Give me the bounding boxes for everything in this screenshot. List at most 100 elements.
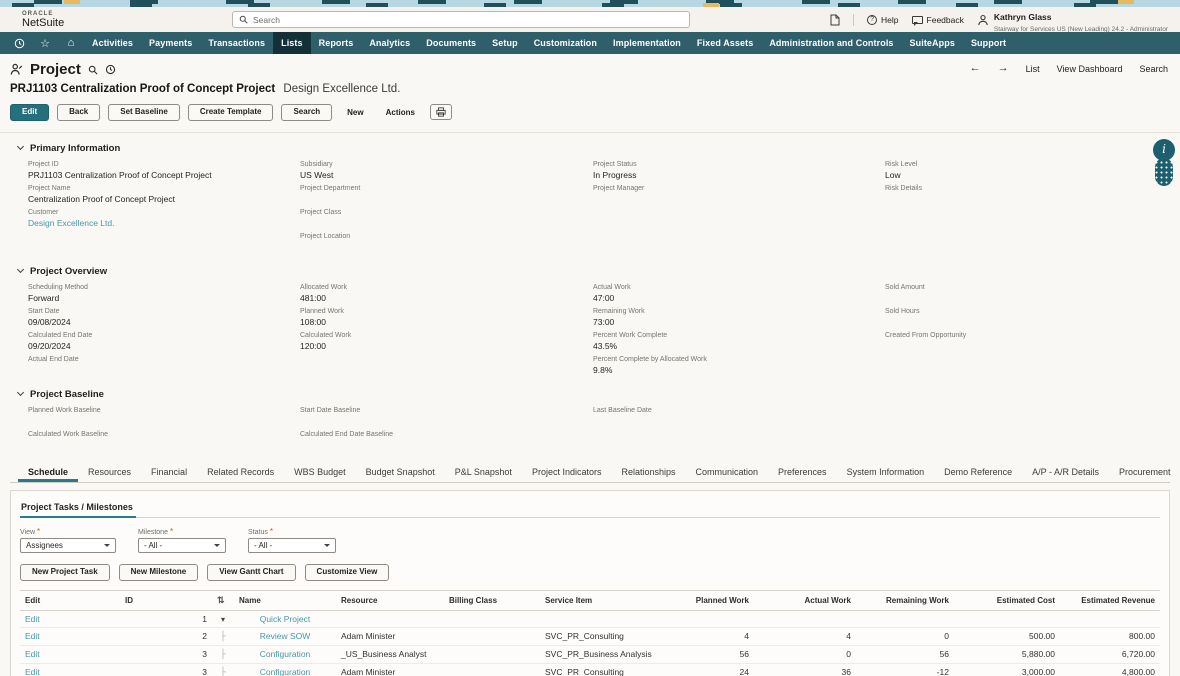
tab-schedule[interactable]: Schedule xyxy=(18,464,78,482)
task-name-link[interactable]: Configuration xyxy=(260,667,311,676)
expander-caret-icon[interactable]: ▾ xyxy=(221,615,225,624)
tab-related-records[interactable]: Related Records xyxy=(197,464,284,482)
create-note-button[interactable] xyxy=(830,14,840,26)
tab-financial[interactable]: Financial xyxy=(141,464,197,482)
field-label: Last Baseline Date xyxy=(593,406,885,415)
forward-arrow-icon[interactable]: → xyxy=(998,63,1009,74)
nav-item-setup[interactable]: Setup xyxy=(484,32,526,54)
filter-milestone: Milestone - All - xyxy=(138,527,226,553)
tab-resources[interactable]: Resources xyxy=(78,464,141,482)
recent-records-icon[interactable] xyxy=(6,32,32,54)
tab-relationships[interactable]: Relationships xyxy=(611,464,685,482)
nav-item-documents[interactable]: Documents xyxy=(418,32,484,54)
new-milestone-button[interactable]: New Milestone xyxy=(119,564,199,581)
nav-item-reports[interactable]: Reports xyxy=(311,32,362,54)
edit-button[interactable]: Edit xyxy=(10,104,49,121)
help-button[interactable]: ? Help xyxy=(867,15,898,25)
tab-system-information[interactable]: System Information xyxy=(837,464,935,482)
field-risk-level: Risk Level Low xyxy=(885,160,1170,180)
col-planned-work: Planned Work xyxy=(658,590,754,610)
edit-link[interactable]: Edit xyxy=(25,631,40,641)
subtab-project-tasks-milestones[interactable]: Project Tasks / Milestones xyxy=(20,500,136,518)
task-remaining-work: 0 xyxy=(856,627,954,645)
field-label: Calculated Work xyxy=(300,331,593,340)
status-select[interactable]: - All - xyxy=(248,538,336,553)
project-baseline-header[interactable]: Project Baseline xyxy=(10,388,1170,401)
new-menu[interactable]: New xyxy=(340,108,370,117)
field-label: Calculated End Date Baseline xyxy=(300,430,593,439)
nav-item-suiteapps[interactable]: SuiteApps xyxy=(902,32,963,54)
new-project-task-button[interactable]: New Project Task xyxy=(20,564,110,581)
print-button[interactable] xyxy=(430,104,452,120)
list-link[interactable]: List xyxy=(1026,64,1040,74)
field-label: Planned Work Baseline xyxy=(28,406,300,415)
edit-link[interactable]: Edit xyxy=(25,667,40,676)
tab-wbs-budget[interactable]: WBS Budget xyxy=(284,464,356,482)
primary-information-header[interactable]: Primary Information xyxy=(10,142,1170,155)
task-remaining-work: 56 xyxy=(856,645,954,663)
customize-view-button[interactable]: Customize View xyxy=(305,564,390,581)
user-icon xyxy=(977,14,989,26)
tab-preferences[interactable]: Preferences xyxy=(768,464,837,482)
tab-procurement[interactable]: Procurement xyxy=(1109,464,1180,482)
record-search-icon[interactable] xyxy=(88,65,98,75)
nav-item-activities[interactable]: Activities xyxy=(84,32,141,54)
task-name-link[interactable]: Review SOW xyxy=(260,631,311,641)
search-button[interactable]: Search xyxy=(281,104,332,121)
project-overview-header[interactable]: Project Overview xyxy=(10,265,1170,278)
field-value xyxy=(593,194,885,204)
nav-item-administration-and-controls[interactable]: Administration and Controls xyxy=(761,32,901,54)
sort-icon[interactable]: ⇅ xyxy=(217,595,225,605)
subtab-bar: Project Tasks / Milestones xyxy=(20,497,1160,518)
guided-learning-widget[interactable]: i xyxy=(1153,139,1175,186)
milestone-select[interactable]: - All - xyxy=(138,538,226,553)
tab-demo-reference[interactable]: Demo Reference xyxy=(934,464,1022,482)
edit-link[interactable]: Edit xyxy=(25,649,40,659)
field-label: Risk Level xyxy=(885,160,1170,169)
customer-link[interactable]: Design Excellence Ltd. xyxy=(28,218,300,228)
nav-item-implementation[interactable]: Implementation xyxy=(605,32,689,54)
nav-item-analytics[interactable]: Analytics xyxy=(361,32,418,54)
field-label: Sold Hours xyxy=(885,307,1170,316)
set-baseline-button[interactable]: Set Baseline xyxy=(108,104,180,121)
tab-project-indicators[interactable]: Project Indicators xyxy=(522,464,612,482)
task-actual-work: 0 xyxy=(754,645,856,663)
shortcuts-star-icon[interactable]: ☆ xyxy=(32,32,58,54)
view-select[interactable]: Assignees xyxy=(20,538,116,553)
tab-budget-snapshot[interactable]: Budget Snapshot xyxy=(356,464,445,482)
global-search[interactable] xyxy=(232,11,690,28)
actions-menu[interactable]: Actions xyxy=(379,108,422,117)
field-value xyxy=(300,194,593,204)
nav-item-fixed-assets[interactable]: Fixed Assets xyxy=(689,32,761,54)
feedback-button[interactable]: Feedback xyxy=(912,15,964,25)
nav-item-transactions[interactable]: Transactions xyxy=(200,32,273,54)
table-row: Edit 2 ├ Review SOW Adam Minister SVC_PR… xyxy=(20,627,1160,645)
nav-item-support[interactable]: Support xyxy=(963,32,1014,54)
record-refresh-icon[interactable] xyxy=(105,64,116,75)
nav-item-lists[interactable]: Lists xyxy=(273,32,311,54)
task-billing-class xyxy=(444,645,540,663)
task-name-link[interactable]: Quick Project xyxy=(260,614,311,624)
edit-link[interactable]: Edit xyxy=(25,614,40,624)
view-dashboard-link[interactable]: View Dashboard xyxy=(1057,64,1123,74)
back-button[interactable]: Back xyxy=(57,104,100,121)
global-search-input[interactable] xyxy=(253,15,683,25)
field-value: 120:00 xyxy=(300,341,593,351)
tab-communication[interactable]: Communication xyxy=(686,464,769,482)
dots-grid-icon[interactable] xyxy=(1155,158,1173,186)
create-template-button[interactable]: Create Template xyxy=(188,104,274,121)
task-name-link[interactable]: Configuration xyxy=(260,649,311,659)
view-gantt-chart-button[interactable]: View Gantt Chart xyxy=(207,564,295,581)
back-arrow-icon[interactable]: ← xyxy=(970,63,981,74)
tab-pl-snapshot[interactable]: P&L Snapshot xyxy=(445,464,522,482)
project-record-icon xyxy=(10,63,23,76)
field-label: Calculated End Date xyxy=(28,331,300,340)
search-icon xyxy=(239,15,248,24)
search-link[interactable]: Search xyxy=(1139,64,1168,74)
home-icon[interactable]: ⌂ xyxy=(58,32,84,54)
user-menu[interactable]: Kathryn Glass Stairway for Services US (… xyxy=(977,7,1168,33)
netsuite-logo: ORACLE NetSuite xyxy=(22,11,64,29)
nav-item-payments[interactable]: Payments xyxy=(141,32,200,54)
tab-ap-ar-details[interactable]: A/P - A/R Details xyxy=(1022,464,1109,482)
nav-item-customization[interactable]: Customization xyxy=(526,32,605,54)
